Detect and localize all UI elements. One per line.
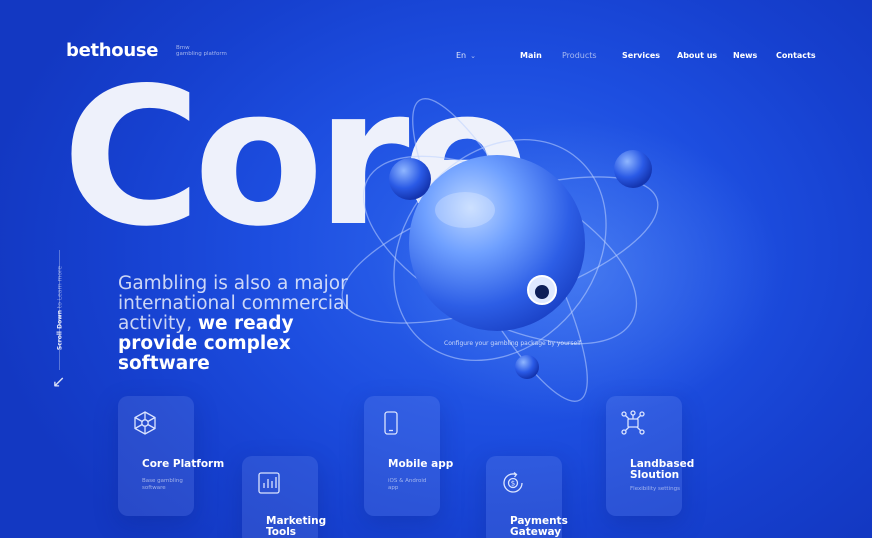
network-icon — [134, 411, 156, 435]
card-title: Payments Gateway — [510, 515, 568, 538]
orbit-ball-bottom — [515, 355, 539, 379]
card-title: Landbased Sloution — [630, 458, 695, 481]
scroll-label-bold: Scroll Down — [56, 310, 64, 351]
card-landbased-solution[interactable]: Landbased Sloution Flexibility settings — [606, 396, 694, 516]
core-sphere — [409, 155, 585, 331]
card-description: Flexibility settings — [630, 486, 680, 492]
configure-caption: Configure your gambling package by yours… — [444, 340, 581, 347]
chart-icon — [258, 472, 280, 494]
card-payments-gateway[interactable]: $ Payments Gateway — [486, 456, 568, 538]
card-description: iOS & Android app — [388, 478, 427, 491]
card-description: Base gambling software — [142, 478, 183, 491]
hero-headline: Gambling is also a major international c… — [118, 274, 378, 374]
phone-icon — [384, 411, 398, 435]
card-core-platform[interactable]: Core Platform Base gambling software — [118, 396, 224, 516]
card-title: Mobile app — [388, 458, 454, 470]
card-title: Core Platform — [142, 458, 225, 470]
orbit-ball-left — [389, 158, 431, 200]
landing-page: bethouse Bmw gambling platform En ⌄ Main … — [0, 0, 872, 538]
card-title: Marketing Tools — [266, 515, 327, 538]
scroll-label-rest: to Learn more — [56, 265, 64, 309]
payment-icon: $ — [503, 471, 523, 493]
hub-icon — [621, 410, 645, 435]
orbit-ball-right — [614, 150, 652, 188]
card-mobile-app[interactable]: Mobile app iOS & Android app — [364, 396, 453, 516]
card-marketing-tools[interactable]: Marketing Tools — [242, 456, 326, 538]
svg-text:$: $ — [511, 480, 515, 488]
arrow-down-left-icon[interactable]: ↙ — [52, 372, 65, 391]
scroll-down-link[interactable]: Scroll Down to Learn more — [57, 266, 64, 350]
